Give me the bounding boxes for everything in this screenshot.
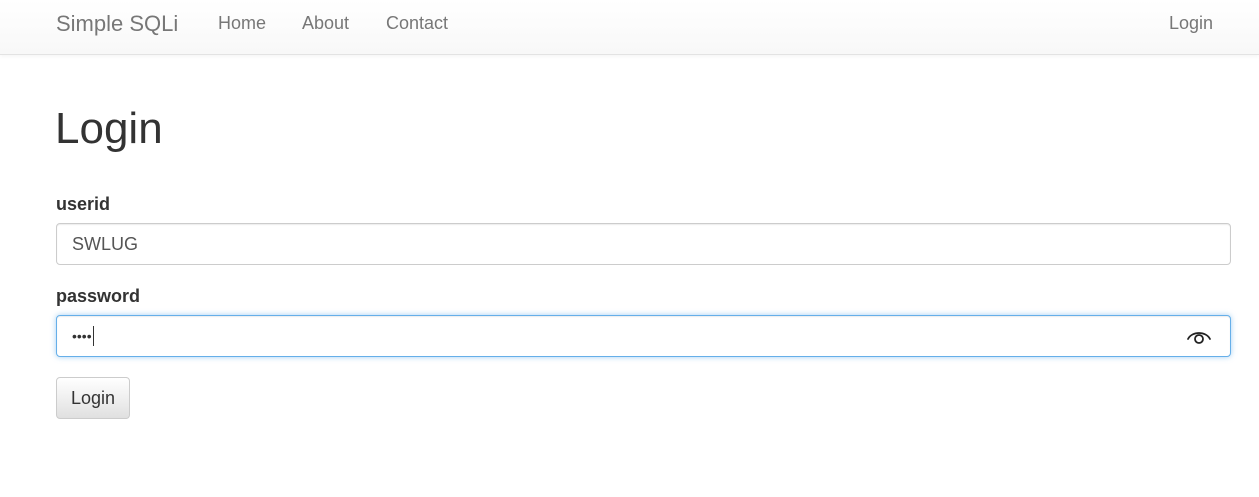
login-button[interactable]: Login (56, 377, 130, 419)
password-input[interactable]: •••• (56, 315, 1231, 357)
nav-link-contact[interactable]: Contact (386, 13, 448, 34)
userid-value: SWLUG (72, 233, 139, 254)
password-masked-value: •••• (72, 328, 92, 344)
nav-link-about[interactable]: About (302, 13, 349, 34)
navbar-brand[interactable]: Simple SQLi (56, 11, 178, 37)
userid-input[interactable]: SWLUG (56, 223, 1231, 265)
nav-link-home[interactable]: Home (218, 13, 266, 34)
page-title: Login (55, 104, 163, 153)
nav-link-login[interactable]: Login (1169, 13, 1213, 34)
password-label: password (56, 286, 141, 306)
eye-icon[interactable] (1186, 327, 1212, 347)
navbar: Simple SQLi Home About Contact Login (0, 0, 1259, 55)
text-caret (92, 326, 94, 346)
userid-label: userid (56, 194, 111, 214)
